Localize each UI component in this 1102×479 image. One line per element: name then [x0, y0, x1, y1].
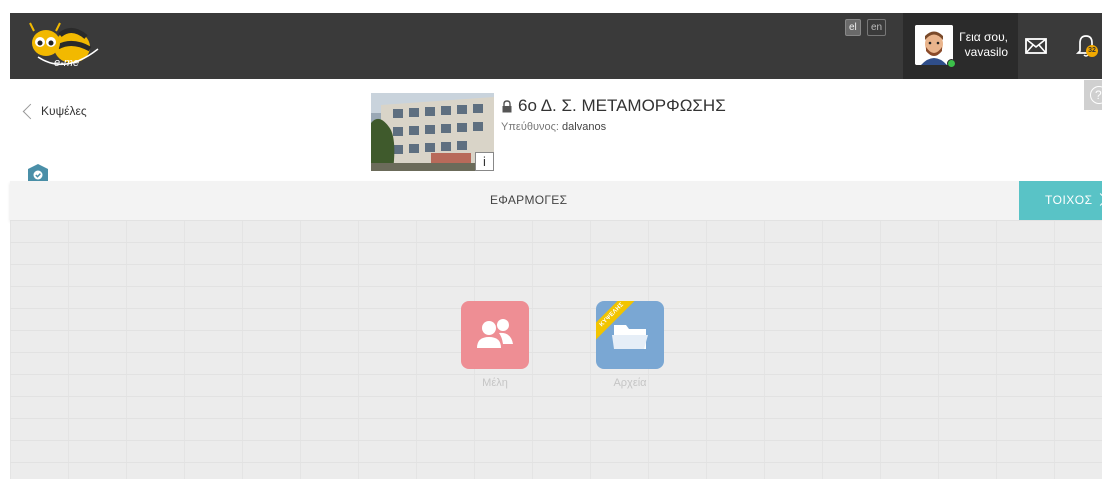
greeting-line1: Γεια σου, — [959, 30, 1008, 44]
tab-bar: ΕΦΑΡΜΟΓΕΣ ΤΟΙΧΟΣ — [10, 181, 1102, 220]
app-files-label: Αρχεία — [613, 377, 647, 389]
lang-en-button[interactable]: en — [867, 19, 887, 36]
logo-text: e-me — [54, 57, 80, 69]
app-members-tile[interactable] — [461, 301, 529, 369]
responsible-name[interactable]: dalvanos — [562, 121, 606, 133]
greeting: Γεια σου, vavasilo — [959, 30, 1008, 60]
help-button[interactable]: ? — [1084, 80, 1102, 110]
responsible-line: Υπεύθυνος: dalvanos — [501, 121, 606, 133]
back-label: Κυψέλες — [41, 104, 87, 118]
apps-panel: Μέλη ΚΥΨΕΛΗΣ Αρχεία — [10, 220, 1102, 479]
tab-apps[interactable]: ΕΦΑΡΜΟΓΕΣ — [490, 193, 567, 207]
user-menu[interactable]: Γεια σου, vavasilo — [903, 13, 1018, 79]
back-to-hives-link[interactable]: Κυψέλες — [22, 103, 87, 119]
lock-icon — [502, 99, 512, 112]
tab-wall-label: ΤΟΙΧΟΣ — [1045, 193, 1093, 207]
top-bar: e-me el en Γεια σου, vavasilo 32 — [10, 13, 1102, 79]
avatar — [915, 25, 953, 65]
online-status-icon — [947, 59, 956, 68]
page-title: 6ο Δ. Σ. ΜΕΤΑΜΟΡΦΩΣΗΣ — [501, 96, 726, 116]
app-members-label: Μέλη — [482, 377, 508, 389]
notification-count-badge: 32 — [1086, 45, 1098, 57]
greeting-username: vavasilo — [964, 45, 1008, 59]
e-me-logo[interactable]: e-me — [20, 17, 104, 75]
help-icon: ? — [1090, 86, 1102, 104]
responsible-label: Υπεύθυνος: — [501, 121, 559, 133]
school-title-text: 6ο Δ. Σ. ΜΕΤΑΜΟΡΦΩΣΗΣ — [518, 96, 726, 115]
app-files-tile[interactable]: ΚΥΨΕΛΗΣ — [596, 301, 664, 369]
chevron-left-icon — [22, 103, 39, 119]
school-info-button[interactable]: i — [475, 152, 494, 171]
mail-icon[interactable] — [1023, 33, 1049, 59]
notifications-button[interactable]: 32 — [1072, 31, 1102, 61]
lang-el-button[interactable]: el — [845, 19, 861, 36]
tab-wall[interactable]: ΤΟΙΧΟΣ — [1019, 181, 1102, 220]
chevron-right-icon — [1094, 193, 1102, 206]
members-icon — [477, 319, 513, 348]
